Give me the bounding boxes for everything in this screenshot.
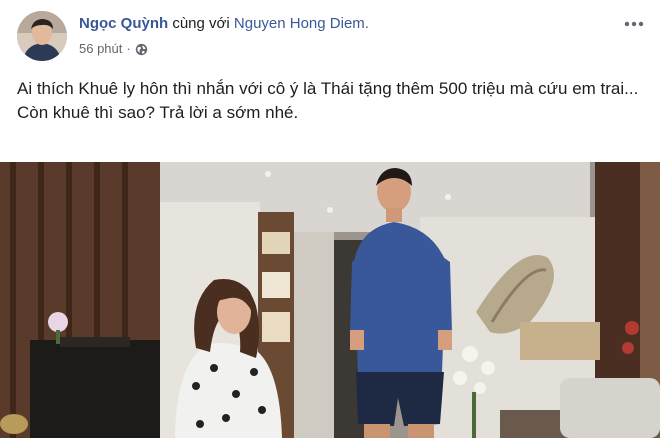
with-text: cùng với xyxy=(172,15,230,32)
author-line: Ngọc Quỳnh cùng với Nguyen Hong Diem. xyxy=(79,14,369,34)
tagged-person-link[interactable]: Nguyen Hong Diem. xyxy=(234,15,369,32)
post-photo[interactable] xyxy=(0,162,660,438)
post-text: Ai thích Khuê ly hôn thì nhắn với cô ý l… xyxy=(17,77,647,125)
meta-separator: · xyxy=(126,41,131,56)
more-options-button[interactable] xyxy=(622,12,646,36)
post-header: Ngọc Quỳnh cùng với Nguyen Hong Diem. 56… xyxy=(0,0,660,70)
globe-icon[interactable] xyxy=(135,43,148,56)
post-text-line: Ai thích Khuê ly hôn thì nhắn với cô ý l… xyxy=(17,79,639,98)
author-avatar[interactable] xyxy=(17,11,67,61)
more-options-icon xyxy=(624,21,644,27)
author-name-link[interactable]: Ngọc Quỳnh xyxy=(79,15,168,32)
post-text-line: Còn khuê thì sao? Trả lời a sớm nhé. xyxy=(17,103,299,122)
post-meta: 56 phút · xyxy=(79,40,148,58)
timestamp-link[interactable]: 56 phút xyxy=(79,40,122,58)
